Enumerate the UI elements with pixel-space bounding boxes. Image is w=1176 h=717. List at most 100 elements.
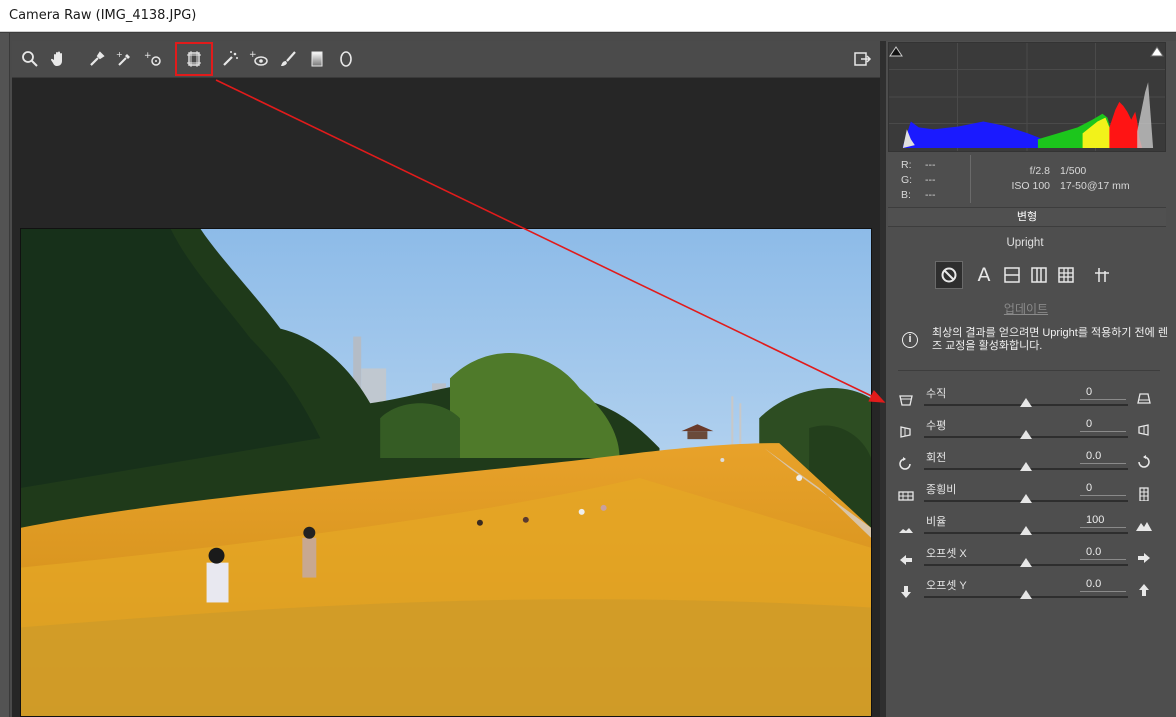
arrow-up-icon[interactable] [1136, 583, 1154, 599]
slider-thumb[interactable] [1020, 462, 1032, 471]
slider-value-field[interactable]: 0 [1080, 418, 1126, 432]
open-preferences-button[interactable] [850, 47, 874, 71]
slider-label: 오프셋 X [926, 548, 967, 560]
slider-label: 수직 [926, 388, 947, 400]
camera-readout: R: --- G: --- B: --- f/2.8 1/500 ISO 100 17-5… [888, 155, 1166, 205]
arrow-right-icon[interactable] [1136, 551, 1154, 567]
slider-label: 오프셋 Y [926, 580, 967, 592]
upright-guided-button[interactable] [1088, 261, 1116, 289]
section-title: 변형 [888, 207, 1166, 227]
slider-row: 오프셋 X 0.0 [896, 543, 1162, 575]
transform-tool-button[interactable] [175, 42, 213, 76]
lens-value: 17-50@17 mm [1060, 180, 1130, 192]
svg-text:+: + [144, 51, 152, 61]
slider-value-field[interactable]: 0.0 [1080, 578, 1126, 592]
histogram-graph [889, 43, 1165, 151]
aperture-value: f/2.8 [1029, 165, 1050, 177]
photo-preview[interactable] [20, 228, 872, 717]
zoom-tool-button[interactable] [18, 47, 42, 71]
arrow-left-icon[interactable] [898, 553, 916, 569]
level-icon [1004, 267, 1020, 283]
transform-icon [187, 51, 201, 67]
triangle-up-icon [1150, 46, 1164, 57]
slider-thumb[interactable] [1020, 558, 1032, 567]
prohibited-icon [941, 267, 957, 283]
window-title: Camera Raw (IMG_4138.JPG) [9, 8, 197, 23]
hand-tool-button[interactable] [47, 47, 71, 71]
iso-value: ISO 100 [1011, 180, 1050, 192]
graduated-filter-tool-button[interactable] [305, 47, 329, 71]
spot-removal-tool-button[interactable] [218, 47, 242, 71]
slider-thumb[interactable] [1020, 494, 1032, 503]
slider-value-field[interactable]: 0 [1080, 482, 1126, 496]
upright-auto-button[interactable]: A [970, 261, 998, 289]
radial-filter-tool-button[interactable] [334, 47, 358, 71]
highlight-clipping-toggle[interactable] [1150, 44, 1164, 57]
eyedropper-icon [90, 51, 105, 66]
slider-value-field[interactable]: 0.0 [1080, 546, 1126, 560]
gradient-icon [311, 51, 323, 67]
b-label: B: [901, 189, 911, 201]
slider-row: 비율 100 [896, 511, 1162, 543]
white-balance-tool-button[interactable] [85, 47, 109, 71]
upright-off-button[interactable] [935, 261, 963, 289]
vertical-icon [1031, 267, 1047, 283]
vertical-persp-left-icon[interactable] [898, 393, 916, 409]
slider-thumb[interactable] [1020, 526, 1032, 535]
slider-value-field[interactable]: 100 [1080, 514, 1126, 528]
open-preferences-icon [854, 52, 872, 66]
info-icon: i [902, 332, 918, 348]
slider-value-field[interactable]: 0.0 [1080, 450, 1126, 464]
spot-heal-icon [223, 51, 238, 66]
slider-label: 회전 [926, 452, 947, 464]
upright-label: Upright [1006, 237, 1044, 249]
scale-small-icon[interactable] [898, 521, 916, 537]
rotate-ccw-icon[interactable] [898, 457, 916, 473]
color-sampler-icon: + [116, 50, 130, 66]
left-edge [0, 33, 10, 717]
rgb-readout: R: --- G: --- B: --- [901, 158, 949, 203]
slider-label: 종횡비 [926, 484, 957, 496]
slider-row: 수평 0 [896, 415, 1162, 447]
magnifier-icon [22, 51, 38, 67]
toolbar: + + + [12, 41, 880, 78]
b-value: --- [925, 189, 936, 201]
horizontal-persp-left-icon[interactable] [898, 425, 916, 441]
slider-thumb[interactable] [1020, 398, 1032, 407]
r-value: --- [925, 159, 936, 171]
guided-icon [1095, 268, 1109, 282]
histogram [888, 42, 1166, 152]
upright-level-button[interactable] [998, 261, 1026, 289]
update-link[interactable]: 업데이트 [888, 300, 1164, 317]
vertical-persp-right-icon[interactable] [1136, 391, 1154, 407]
adjustment-brush-tool-button[interactable] [276, 47, 300, 71]
color-sampler-tool-button[interactable]: + [113, 47, 137, 71]
exif-info: f/2.8 1/500 ISO 100 17-50@17 mm [998, 164, 1130, 194]
scale-large-icon[interactable] [1136, 519, 1154, 535]
slider-thumb[interactable] [1020, 430, 1032, 439]
aspect-wide-icon[interactable] [898, 489, 916, 505]
red-eye-icon: + [249, 50, 268, 66]
aspect-tall-icon[interactable] [1136, 487, 1154, 503]
arrow-down-icon[interactable] [898, 585, 916, 601]
slider-row: 수직 0 [896, 383, 1162, 415]
shutter-value: 1/500 [1060, 165, 1087, 177]
ellipse-icon [340, 51, 352, 67]
red-eye-tool-button[interactable]: + [247, 47, 271, 71]
rotate-cw-icon[interactable] [1136, 455, 1154, 471]
upright-full-button[interactable] [1052, 261, 1080, 289]
horizontal-persp-right-icon[interactable] [1136, 423, 1154, 439]
auto-a-icon: A [977, 264, 991, 286]
info-text: 최상의 결과를 얻으려면 Upright를 적용하기 전에 렌즈 교정을 활성화… [932, 327, 1168, 352]
slider-value-field[interactable]: 0 [1080, 386, 1126, 400]
slider-label: 수평 [926, 420, 947, 432]
shadow-clipping-toggle[interactable] [889, 44, 903, 57]
slider-thumb[interactable] [1020, 590, 1032, 599]
section-separator [898, 370, 1160, 371]
r-label: R: [901, 159, 912, 171]
slider-row: 회전 0.0 [896, 447, 1162, 479]
g-value: --- [925, 174, 936, 186]
upright-vertical-button[interactable] [1025, 261, 1053, 289]
targeted-adjustment-tool-button[interactable]: + [142, 47, 166, 71]
svg-text:+: + [116, 50, 123, 59]
